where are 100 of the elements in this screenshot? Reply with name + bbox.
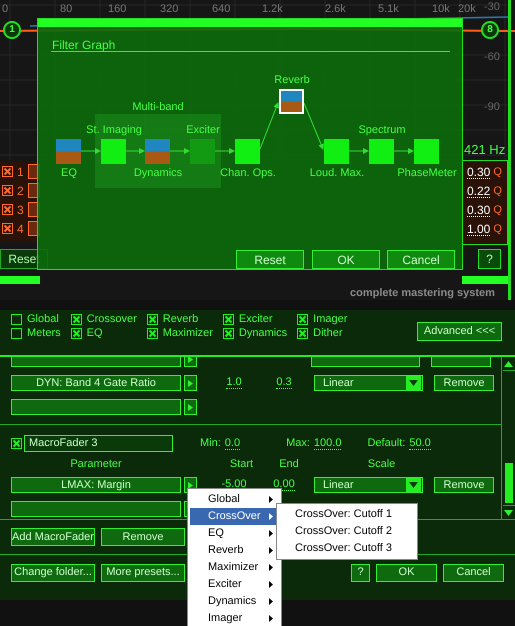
- band-number: 3: [17, 204, 24, 216]
- frequency-label: 10k: [432, 4, 450, 15]
- checkbox[interactable]: [70, 314, 82, 325]
- name-field[interactable]: MacroFader 3: [24, 435, 173, 452]
- q-value[interactable]: 0.30: [467, 204, 490, 216]
- value-field[interactable]: 0.0: [224, 438, 240, 450]
- play-icon: [188, 357, 193, 362]
- checkbox[interactable]: [146, 314, 158, 325]
- play-icon: [188, 482, 193, 488]
- dialog-button[interactable]: OK: [312, 250, 380, 269]
- db-label: -90: [484, 102, 500, 113]
- scrollbar[interactable]: [501, 357, 515, 519]
- module-node[interactable]: [145, 139, 170, 164]
- submenu-arrow-icon: [269, 564, 273, 571]
- module-label: St. Imaging: [86, 125, 142, 136]
- footer-button[interactable]: More presets...: [101, 564, 185, 582]
- q-value[interactable]: 1.00: [467, 222, 490, 236]
- module-label: Dynamics: [134, 168, 182, 179]
- checkbox[interactable]: [2, 223, 13, 234]
- band-marker[interactable]: 1: [3, 21, 21, 39]
- help-button[interactable]: ?: [351, 564, 370, 582]
- checkbox[interactable]: [146, 328, 158, 339]
- level-bar: [462, 276, 508, 284]
- module-node[interactable]: [190, 139, 215, 164]
- scale-dropdown[interactable]: Linear: [314, 375, 423, 391]
- checkbox[interactable]: [11, 314, 22, 325]
- frequency-label: 640: [212, 4, 230, 15]
- checkbox[interactable]: [70, 328, 82, 339]
- band-marker[interactable]: 8: [481, 21, 499, 39]
- play-icon: [188, 404, 193, 410]
- menu-item[interactable]: Exciter: [190, 576, 279, 593]
- footer-button[interactable]: Change folder...: [11, 564, 95, 582]
- parameter-button[interactable]: LMAX: Margin: [11, 477, 181, 493]
- module-label: PhaseMeter: [397, 168, 457, 179]
- menu-item[interactable]: Global: [190, 491, 279, 508]
- scale-dropdown[interactable]: Linear: [314, 477, 423, 493]
- connector-arrow: [80, 148, 101, 154]
- component-label: Meters: [27, 328, 61, 339]
- checkbox[interactable]: [297, 314, 308, 325]
- component-label: Crossover: [86, 314, 137, 325]
- module-label: Loud. Max.: [310, 168, 364, 179]
- module-node[interactable]: [369, 139, 394, 164]
- component-label: Global: [27, 314, 59, 325]
- start-value[interactable]: 1.0: [226, 377, 242, 389]
- checkbox[interactable]: [11, 328, 22, 339]
- macro-button[interactable]: Remove: [101, 528, 185, 546]
- checkbox[interactable]: [2, 166, 13, 177]
- advanced-button[interactable]: Advanced <<<: [417, 322, 502, 341]
- remove-button[interactable]: Remove: [434, 477, 494, 493]
- parameter-button[interactable]: DYN: Band 4 Gate Ratio: [11, 375, 181, 391]
- module-node[interactable]: [414, 139, 439, 164]
- ok-button[interactable]: OK: [376, 564, 437, 582]
- macro-button[interactable]: Add MacroFader: [11, 528, 95, 546]
- dialog-button[interactable]: Reset: [236, 250, 304, 269]
- scroll-thumb[interactable]: [504, 463, 512, 503]
- submenu-arrow-icon: [269, 530, 273, 537]
- checkbox[interactable]: [11, 438, 22, 449]
- module-node[interactable]: [56, 139, 81, 164]
- frequency-label: 20k: [458, 4, 476, 15]
- submenu-item[interactable]: CrossOver: Cutoff 2: [277, 523, 417, 540]
- frequency-label: 0: [2, 4, 8, 15]
- checkbox[interactable]: [222, 328, 234, 339]
- field-label: Max:: [286, 438, 310, 449]
- module-node[interactable]: [235, 139, 260, 164]
- menu-item[interactable]: Maximizer: [190, 559, 279, 576]
- module-node[interactable]: [279, 89, 304, 114]
- checkbox[interactable]: [2, 185, 13, 196]
- scroll-down-icon: [504, 510, 513, 516]
- menu-item[interactable]: Dynamics: [190, 593, 279, 610]
- cancel-button[interactable]: Cancel: [443, 564, 504, 582]
- arrow-button[interactable]: [184, 399, 197, 415]
- db-label: -30: [484, 2, 500, 13]
- frequency-label: 160: [108, 4, 126, 15]
- checkbox[interactable]: [222, 314, 234, 325]
- submenu-item[interactable]: CrossOver: Cutoff 1: [277, 506, 417, 523]
- module-node[interactable]: [324, 139, 349, 164]
- menu-item[interactable]: CrossOver: [190, 508, 279, 525]
- menu-item[interactable]: EQ: [190, 525, 279, 542]
- menu-item[interactable]: Imager: [190, 610, 279, 626]
- checkbox[interactable]: [297, 328, 308, 339]
- level-bar: [0, 276, 40, 284]
- q-value[interactable]: 0.22: [467, 184, 490, 198]
- arrow-button[interactable]: [184, 375, 197, 391]
- value-field[interactable]: 50.0: [409, 438, 431, 450]
- module-node[interactable]: [101, 139, 126, 164]
- value-field[interactable]: 100.0: [314, 438, 342, 450]
- scroll-up-icon: [504, 360, 513, 366]
- frequency-label: 80: [60, 4, 72, 15]
- q-value[interactable]: 0.30: [467, 166, 490, 178]
- connector-arrow: [394, 148, 414, 154]
- frequency-label: 5.1k: [378, 4, 399, 15]
- end-value[interactable]: 0.3: [276, 377, 292, 389]
- remove-button[interactable]: Remove: [434, 375, 494, 391]
- dialog-button[interactable]: Cancel: [387, 250, 455, 269]
- play-icon: [188, 380, 193, 386]
- checkbox[interactable]: [2, 204, 13, 215]
- submenu-item[interactable]: CrossOver: Cutoff 3: [277, 540, 417, 557]
- help-button[interactable]: ?: [478, 249, 501, 269]
- menu-item[interactable]: Reverb: [190, 542, 279, 559]
- dialog-title: Filter Graph: [52, 39, 116, 51]
